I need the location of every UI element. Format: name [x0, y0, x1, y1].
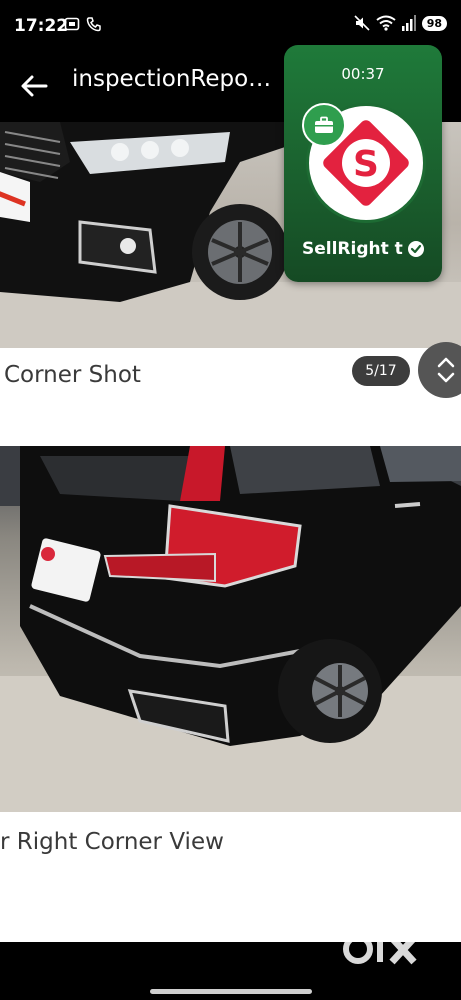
- logo-letter: S: [353, 144, 379, 185]
- car-rear-right-corner-photo[interactable]: [0, 446, 461, 812]
- screen-record-icon: [64, 17, 80, 31]
- wifi-icon: [376, 15, 396, 31]
- scroll-toggle-button[interactable]: [418, 342, 461, 398]
- video-channel-name: SellRight t: [302, 239, 425, 259]
- verified-check-icon: [407, 241, 424, 257]
- status-right-icons: 98: [354, 15, 447, 31]
- photo-caption: r Right Corner View: [0, 829, 224, 855]
- status-left-icons: [64, 16, 102, 32]
- page-indicator: 5/17: [352, 356, 410, 386]
- arrow-left-icon[interactable]: [18, 72, 50, 100]
- status-bar: 17:22 98: [0, 0, 461, 50]
- phone-call-icon: [86, 17, 101, 32]
- battery-level: 98: [421, 15, 447, 31]
- signal-icon: [401, 15, 416, 31]
- chevron-up-down-icon: [437, 357, 455, 383]
- page-title: inspectionRepo…: [72, 66, 272, 92]
- floating-video-card[interactable]: 00:37 S SellRight t: [284, 45, 442, 282]
- video-timer: 00:37: [341, 65, 385, 83]
- briefcase-icon: [302, 103, 346, 147]
- home-indicator[interactable]: [150, 989, 312, 994]
- photo-caption: Corner Shot: [4, 362, 141, 388]
- channel-name-text: SellRight t: [302, 239, 403, 259]
- status-time: 17:22: [14, 16, 69, 36]
- olx-watermark: [343, 932, 417, 965]
- mute-icon: [354, 15, 370, 31]
